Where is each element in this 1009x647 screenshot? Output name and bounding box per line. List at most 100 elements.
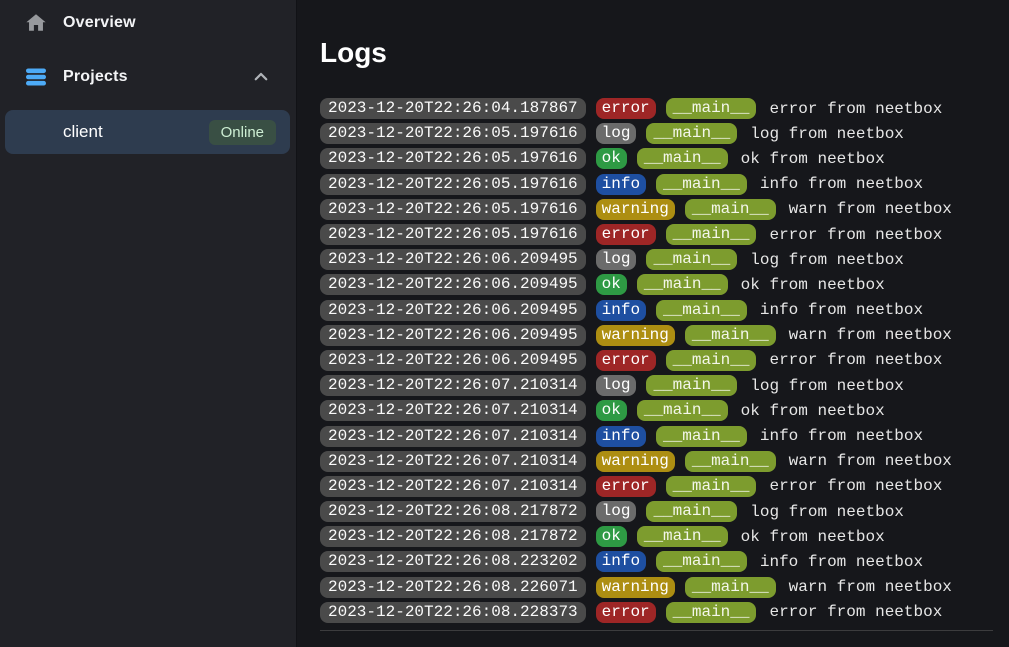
log-timestamp: 2023-12-20T22:26:06.209495 [320, 300, 586, 321]
log-timestamp: 2023-12-20T22:26:08.217872 [320, 501, 586, 522]
log-row: 2023-12-20T22:26:08.217872 ok __main__ o… [320, 524, 993, 549]
log-timestamp: 2023-12-20T22:26:07.210314 [320, 426, 586, 447]
log-timestamp: 2023-12-20T22:26:06.209495 [320, 274, 586, 295]
log-row: 2023-12-20T22:26:08.226071 warning __mai… [320, 575, 993, 600]
log-message: error from neetbox [769, 226, 942, 244]
log-row: 2023-12-20T22:26:05.197616 info __main__… [320, 172, 993, 197]
log-message: info from neetbox [760, 301, 923, 319]
log-row: 2023-12-20T22:26:05.197616 warning __mai… [320, 197, 993, 222]
log-level-badge: error [596, 224, 656, 245]
sidebar-item-label: Overview [63, 14, 136, 32]
log-module-badge: __main__ [666, 224, 757, 245]
log-message: ok from neetbox [741, 528, 885, 546]
log-level-badge: log [596, 123, 637, 144]
projects-stack-icon [25, 66, 47, 88]
log-level-badge: ok [596, 400, 627, 421]
sidebar-item-projects[interactable]: Projects [0, 62, 296, 92]
log-row: 2023-12-20T22:26:07.210314 error __main_… [320, 474, 993, 499]
log-timestamp: 2023-12-20T22:26:07.210314 [320, 400, 586, 421]
log-row: 2023-12-20T22:26:06.209495 log __main__ … [320, 247, 993, 272]
log-timestamp: 2023-12-20T22:26:06.209495 [320, 325, 586, 346]
log-module-badge: __main__ [646, 123, 737, 144]
log-module-badge: __main__ [666, 98, 757, 119]
log-level-badge: error [596, 98, 656, 119]
log-message: warn from neetbox [789, 326, 952, 344]
log-module-badge: __main__ [646, 501, 737, 522]
log-row: 2023-12-20T22:26:05.197616 error __main_… [320, 222, 993, 247]
log-message: error from neetbox [769, 351, 942, 369]
sidebar-project-client[interactable]: client Online [5, 110, 290, 154]
log-module-badge: __main__ [637, 148, 728, 169]
log-module-badge: __main__ [685, 325, 776, 346]
log-level-badge: warning [596, 325, 675, 346]
log-timestamp: 2023-12-20T22:26:07.210314 [320, 476, 586, 497]
log-message: error from neetbox [769, 100, 942, 118]
sidebar-item-overview[interactable]: Overview [0, 8, 296, 38]
log-module-badge: __main__ [656, 174, 747, 195]
project-name: client [63, 122, 103, 142]
log-row: 2023-12-20T22:26:07.210314 ok __main__ o… [320, 398, 993, 423]
main-content: Logs 2023-12-20T22:26:04.187867 error __… [297, 0, 1009, 647]
log-module-badge: __main__ [656, 551, 747, 572]
log-message: log from neetbox [750, 251, 904, 269]
log-message: log from neetbox [750, 125, 904, 143]
log-row: 2023-12-20T22:26:08.217872 log __main__ … [320, 499, 993, 524]
log-level-badge: error [596, 350, 656, 371]
log-row: 2023-12-20T22:26:07.210314 log __main__ … [320, 373, 993, 398]
log-level-badge: info [596, 300, 646, 321]
page-title: Logs [320, 36, 993, 70]
log-timestamp: 2023-12-20T22:26:08.217872 [320, 526, 586, 547]
log-module-badge: __main__ [656, 300, 747, 321]
log-timestamp: 2023-12-20T22:26:04.187867 [320, 98, 586, 119]
log-level-badge: log [596, 375, 637, 396]
log-timestamp: 2023-12-20T22:26:08.228373 [320, 602, 586, 623]
log-level-badge: warning [596, 451, 675, 472]
log-module-badge: __main__ [685, 199, 776, 220]
log-message: error from neetbox [769, 603, 942, 621]
log-level-badge: warning [596, 199, 675, 220]
log-module-badge: __main__ [637, 274, 728, 295]
home-icon [25, 12, 47, 34]
log-level-badge: ok [596, 274, 627, 295]
log-timestamp: 2023-12-20T22:26:07.210314 [320, 375, 586, 396]
log-module-badge: __main__ [637, 526, 728, 547]
log-message: log from neetbox [750, 503, 904, 521]
log-module-badge: __main__ [666, 350, 757, 371]
log-row: 2023-12-20T22:26:07.210314 warning __mai… [320, 449, 993, 474]
sidebar-item-label: Projects [63, 68, 128, 86]
log-message: info from neetbox [760, 427, 923, 445]
log-module-badge: __main__ [666, 476, 757, 497]
log-timestamp: 2023-12-20T22:26:06.209495 [320, 350, 586, 371]
log-message: ok from neetbox [741, 402, 885, 420]
log-list: 2023-12-20T22:26:04.187867 error __main_… [320, 96, 993, 631]
chevron-up-icon[interactable] [252, 68, 270, 86]
log-timestamp: 2023-12-20T22:26:08.226071 [320, 577, 586, 598]
log-level-badge: log [596, 501, 637, 522]
log-message: log from neetbox [750, 377, 904, 395]
log-row: 2023-12-20T22:26:05.197616 log __main__ … [320, 121, 993, 146]
log-row: 2023-12-20T22:26:05.197616 ok __main__ o… [320, 146, 993, 171]
log-row: 2023-12-20T22:26:08.228373 error __main_… [320, 600, 993, 625]
log-row: 2023-12-20T22:26:07.210314 info __main__… [320, 423, 993, 448]
log-module-badge: __main__ [666, 602, 757, 623]
log-timestamp: 2023-12-20T22:26:05.197616 [320, 224, 586, 245]
log-row: 2023-12-20T22:26:06.209495 warning __mai… [320, 323, 993, 348]
log-module-badge: __main__ [646, 249, 737, 270]
log-level-badge: info [596, 426, 646, 447]
log-level-badge: warning [596, 577, 675, 598]
log-level-badge: error [596, 602, 656, 623]
log-level-badge: error [596, 476, 656, 497]
log-message: warn from neetbox [789, 452, 952, 470]
log-row: 2023-12-20T22:26:06.209495 error __main_… [320, 348, 993, 373]
log-level-badge: ok [596, 526, 627, 547]
log-timestamp: 2023-12-20T22:26:05.197616 [320, 199, 586, 220]
log-message: warn from neetbox [789, 578, 952, 596]
log-message: info from neetbox [760, 175, 923, 193]
log-row: 2023-12-20T22:26:06.209495 ok __main__ o… [320, 272, 993, 297]
log-row: 2023-12-20T22:26:06.209495 info __main__… [320, 298, 993, 323]
log-module-badge: __main__ [637, 400, 728, 421]
log-timestamp: 2023-12-20T22:26:06.209495 [320, 249, 586, 270]
log-module-badge: __main__ [656, 426, 747, 447]
log-timestamp: 2023-12-20T22:26:05.197616 [320, 123, 586, 144]
log-module-badge: __main__ [685, 577, 776, 598]
